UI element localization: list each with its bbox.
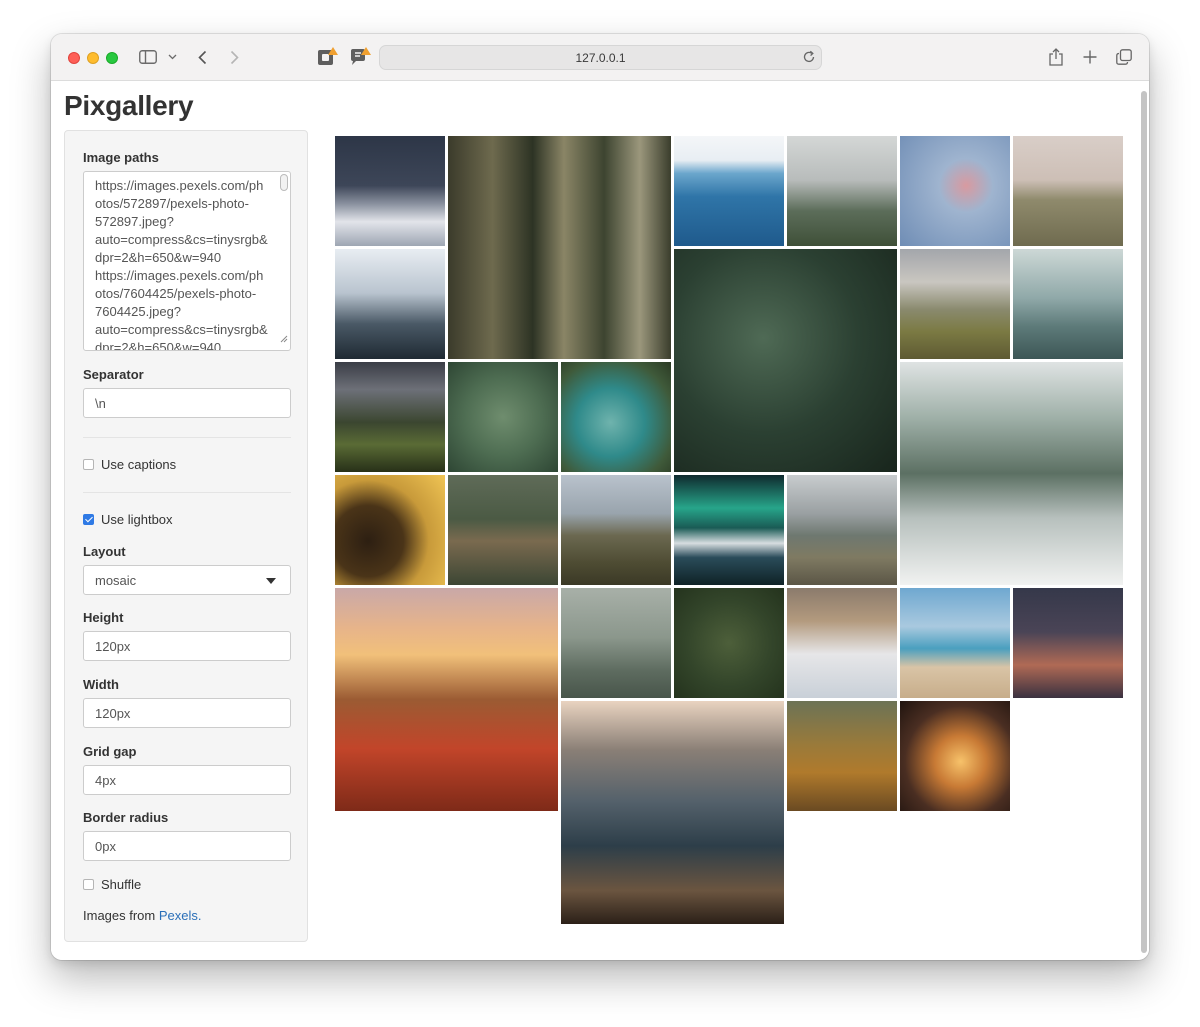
image-paths-value: https://images.pexels.com/ph otos/572897… [95,178,268,351]
settings-panel: Image paths https://images.pexels.com/ph… [64,130,308,942]
separator-label: Separator [83,367,144,382]
foggy-lake-photo[interactable] [1013,249,1123,359]
address-bar[interactable]: 127.0.0.1 [379,45,822,70]
palm-trees-photo[interactable] [787,136,897,246]
forward-icon[interactable] [227,48,241,66]
separator-value: \n [95,395,106,411]
layout-label: Layout [83,544,126,559]
aurora-photo[interactable] [674,475,784,585]
privacy-report-icon[interactable] [315,45,341,69]
layout-value: mosaic [95,572,137,588]
ocean-shark-photo[interactable] [674,136,784,246]
green-leaves-photo[interactable] [674,249,897,472]
poppy-field-photo[interactable] [335,588,558,811]
new-tab-icon[interactable] [1081,48,1099,66]
extension-icon[interactable] [347,45,373,69]
browser-toolbar: 127.0.0.1 [51,34,1149,81]
border-radius-label: Border radius [83,810,169,825]
misty-forest-photo[interactable] [335,249,445,359]
image-credit: Images from Pexels. [83,908,202,923]
divider [83,492,291,493]
large-leaf-photo[interactable] [448,362,558,472]
wheat-field-photo[interactable] [1013,136,1123,246]
beach-couple-photo[interactable] [900,588,1010,698]
image-paths-label: Image paths [83,150,159,165]
lensball-photo[interactable] [561,701,784,924]
image-paths-textarea[interactable]: https://images.pexels.com/ph otos/572897… [83,171,291,351]
separator-input[interactable]: \n [83,388,291,418]
grid-gap-input[interactable]: 4px [83,765,291,795]
use-captions-label: Use captions [101,457,177,472]
width-value: 120px [95,705,131,721]
dropdown-caret-icon [266,578,276,584]
cliff-lake-photo[interactable] [787,475,897,585]
foggy-swamp-photo[interactable] [561,588,671,698]
tab-overview-icon[interactable] [1114,48,1134,66]
sunflower-photo[interactable] [335,475,445,585]
house-garden-photo[interactable] [448,475,558,585]
zoom-window-button[interactable] [106,52,118,64]
use-lightbox-label: Use lightbox [101,512,173,527]
back-icon[interactable] [195,48,209,66]
mountain-valley-photo[interactable] [900,249,1010,359]
url-text: 127.0.0.1 [575,50,626,65]
dark-hills-photo[interactable] [335,362,445,472]
share-icon[interactable] [1047,47,1065,67]
border-radius-value: 0px [95,838,116,854]
sunset-heart-photo[interactable] [900,701,1010,811]
snow-cabin-photo[interactable] [787,588,897,698]
use-captions-row[interactable]: Use captions [83,457,176,472]
height-label: Height [83,610,124,625]
textarea-scrollbar[interactable] [280,174,288,191]
grid-gap-value: 4px [95,772,116,788]
border-radius-input[interactable]: 0px [83,831,291,861]
grid-gap-label: Grid gap [83,744,137,759]
forest-photo[interactable] [448,136,671,359]
blossom-photo[interactable] [900,136,1010,246]
shuffle-label: Shuffle [101,877,142,892]
credit-prefix: Images from [83,908,159,923]
snow-leopard-photo[interactable] [900,362,1123,585]
close-window-button[interactable] [68,52,80,64]
autumn-forest-photo[interactable] [787,701,897,811]
holding-hands-photo[interactable] [1013,588,1123,698]
sidebar-toggle-icon[interactable] [138,48,158,66]
use-captions-checkbox[interactable] [83,459,94,470]
use-lightbox-checkbox[interactable] [83,514,94,525]
winding-road-photo[interactable] [674,588,784,698]
page-scrollbar-thumb[interactable] [1141,91,1147,953]
chevron-down-icon[interactable] [166,51,178,63]
shuffle-row[interactable]: Shuffle [83,877,141,892]
divider [83,437,291,438]
night-mountain-photo[interactable] [335,136,445,246]
width-input[interactable]: 120px [83,698,291,728]
resize-handle-icon[interactable] [280,330,288,348]
aerial-coast-photo[interactable] [561,362,671,472]
page-title: Pixgallery [64,90,194,121]
browser-window: 127.0.0.1 Pixgallery Image paths https:/… [51,34,1149,960]
reload-icon[interactable] [802,50,816,67]
width-label: Width [83,677,119,692]
layout-select[interactable]: mosaic [83,565,291,595]
shuffle-checkbox[interactable] [83,879,94,890]
height-value: 120px [95,638,131,654]
height-input[interactable]: 120px [83,631,291,661]
minimize-window-button[interactable] [87,52,99,64]
pexels-link[interactable]: Pexels. [159,908,202,923]
lake-hills-photo[interactable] [561,475,671,585]
use-lightbox-row[interactable]: Use lightbox [83,512,173,527]
page-content: Pixgallery Image paths https://images.pe… [51,81,1149,960]
